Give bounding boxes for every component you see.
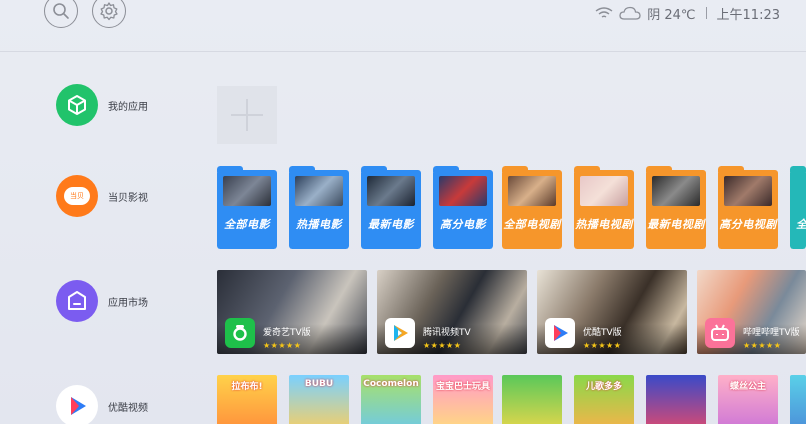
sidebar-item-label: 优酷视频 bbox=[108, 402, 148, 414]
clock-text: 上午11:23 bbox=[716, 7, 780, 23]
folder-label: 热播电视剧 bbox=[575, 218, 633, 231]
folder-all-movies[interactable]: 全部电影 bbox=[217, 166, 277, 249]
sidebar-item-dangbei-video[interactable]: 当贝 当贝影视 bbox=[56, 175, 148, 217]
folder-top-movies[interactable]: 高分电影 bbox=[433, 166, 493, 249]
kids-tile[interactable]: 蝶丝公主 bbox=[718, 375, 778, 424]
sidebar-item-label: 应用市场 bbox=[108, 297, 148, 309]
app-rating-stars: ★★★★★ bbox=[423, 341, 462, 350]
app-rating-stars: ★★★★★ bbox=[583, 341, 622, 350]
kids-tile[interactable]: 宝宝巴士玩具 bbox=[433, 375, 493, 424]
search-button[interactable] bbox=[44, 0, 78, 28]
search-icon bbox=[53, 3, 69, 19]
folder-body bbox=[790, 170, 806, 249]
kids-tile-title: Cocomelon bbox=[363, 379, 419, 389]
folder-new-movies[interactable]: 最新电影 bbox=[361, 166, 421, 249]
folder-partial[interactable]: 全 bbox=[790, 166, 806, 249]
sidebar-item-label: 我的应用 bbox=[108, 101, 148, 113]
folder-thumbnail bbox=[652, 176, 700, 206]
folder-thumbnail bbox=[508, 176, 556, 206]
app-name: 哔哩哔哩TV版 bbox=[743, 328, 800, 338]
folder-label: 最新电视剧 bbox=[647, 218, 705, 231]
youku-icon bbox=[56, 385, 98, 424]
folder-label: 全部电影 bbox=[224, 218, 270, 231]
sidebar-item-label: 当贝影视 bbox=[108, 192, 148, 204]
kids-tile-title: 拉布布! bbox=[231, 382, 263, 392]
bilibili-logo-icon bbox=[705, 318, 735, 348]
tencent-video-logo-icon bbox=[385, 318, 415, 348]
kids-tile[interactable]: Cocomelon bbox=[361, 375, 421, 424]
folder-thumbnail bbox=[724, 176, 772, 206]
kids-tile-title: 儿歌多多 bbox=[585, 382, 622, 392]
folder-thumbnail bbox=[580, 176, 628, 206]
settings-button[interactable] bbox=[92, 0, 126, 28]
wifi-icon bbox=[595, 7, 613, 18]
top-bar: 阴 24℃ 上午11:23 bbox=[0, 0, 806, 52]
folder-thumbnail bbox=[367, 176, 415, 206]
kids-tile[interactable]: BUBU bbox=[289, 375, 349, 424]
plus-icon bbox=[231, 99, 263, 131]
app-card-tencent[interactable]: 腾讯视频TV ★★★★★ bbox=[377, 270, 527, 354]
app-rating-stars: ★★★★★ bbox=[263, 341, 302, 350]
app-name: 优酷TV版 bbox=[583, 328, 622, 338]
iqiyi-logo-icon bbox=[225, 318, 255, 348]
app-card-iqiyi[interactable]: 爱奇艺TV版 ★★★★★ bbox=[217, 270, 367, 354]
folder-label: 全 bbox=[790, 216, 806, 232]
folder-thumbnail bbox=[223, 176, 271, 206]
kids-tile-title: 蝶丝公主 bbox=[729, 382, 766, 392]
my-apps-icon bbox=[56, 84, 98, 126]
folder-thumbnail bbox=[439, 176, 487, 206]
app-rating-stars: ★★★★★ bbox=[743, 341, 782, 350]
app-card-bilibili[interactable]: 哔哩哔哩TV版 ★★★★★ bbox=[697, 270, 806, 354]
dangbei-badge: 当贝 bbox=[64, 187, 90, 205]
youku-logo-icon bbox=[545, 318, 575, 348]
kids-tile-title: 宝宝巴士玩具 bbox=[435, 382, 490, 392]
folder-top-tv[interactable]: 高分电视剧 bbox=[718, 166, 778, 249]
kids-tile[interactable] bbox=[646, 375, 706, 424]
kids-tile[interactable] bbox=[502, 375, 562, 424]
folder-thumbnail bbox=[295, 176, 343, 206]
folder-label: 全部电视剧 bbox=[503, 218, 561, 231]
folder-hot-tv[interactable]: 热播电视剧 bbox=[574, 166, 634, 249]
folder-label: 热播电影 bbox=[296, 218, 342, 231]
app-name: 腾讯视频TV bbox=[423, 328, 471, 338]
sidebar-item-my-apps[interactable]: 我的应用 bbox=[56, 84, 148, 126]
add-app-button[interactable] bbox=[217, 86, 277, 144]
folder-label: 高分电影 bbox=[440, 218, 486, 231]
gear-icon bbox=[100, 2, 118, 21]
folder-label: 最新电影 bbox=[368, 218, 414, 231]
weather-text: 阴 24℃ bbox=[647, 7, 696, 23]
kids-tile[interactable] bbox=[790, 375, 806, 424]
sidebar-item-youku[interactable]: 优酷视频 bbox=[56, 385, 148, 424]
status-area: 阴 24℃ 上午11:23 bbox=[595, 2, 780, 24]
app-name: 爱奇艺TV版 bbox=[263, 328, 311, 338]
kids-tile[interactable]: 儿歌多多 bbox=[574, 375, 634, 424]
folder-hot-movies[interactable]: 热播电影 bbox=[289, 166, 349, 249]
app-card-youku[interactable]: 优酷TV版 ★★★★★ bbox=[537, 270, 687, 354]
kids-tile[interactable]: 拉布布! bbox=[217, 375, 277, 424]
folder-new-tv[interactable]: 最新电视剧 bbox=[646, 166, 706, 249]
folder-all-tv[interactable]: 全部电视剧 bbox=[502, 166, 562, 249]
dangbei-video-icon: 当贝 bbox=[56, 175, 98, 217]
divider bbox=[705, 7, 707, 19]
folder-label: 高分电视剧 bbox=[719, 218, 777, 231]
kids-tile-title: BUBU bbox=[304, 379, 334, 389]
sidebar-item-app-market[interactable]: 应用市场 bbox=[56, 280, 148, 322]
store-icon bbox=[56, 280, 98, 322]
cloud-icon bbox=[619, 6, 641, 20]
